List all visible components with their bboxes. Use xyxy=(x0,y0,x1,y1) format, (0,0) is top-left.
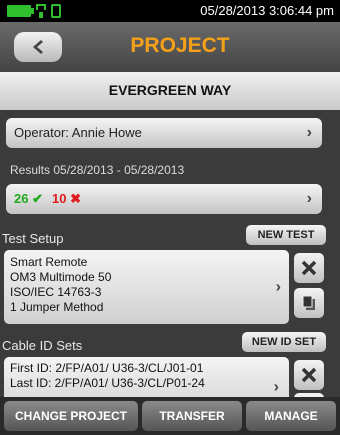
header: PROJECT xyxy=(0,22,340,72)
test-setup-line: 1 Jumper Method xyxy=(10,300,104,314)
storage-icon xyxy=(51,4,61,18)
manage-button[interactable]: MANAGE xyxy=(246,401,336,431)
cable-id-sets-label: Cable ID Sets xyxy=(2,338,83,353)
close-icon xyxy=(301,260,317,276)
chevron-right-icon: › xyxy=(273,378,279,396)
results-button[interactable]: 26 ✔ 10 ✖ › xyxy=(6,184,322,214)
change-project-button[interactable]: CHANGE PROJECT xyxy=(4,401,138,431)
delete-test-setup-button[interactable] xyxy=(294,253,324,283)
status-bar: 05/28/2013 3:06:44 pm xyxy=(0,0,340,22)
results-date-range: Results 05/28/2013 - 05/28/2013 xyxy=(10,163,185,177)
cable-id-set-card[interactable]: First ID: 2/FP/A01/ U36-3/CL/J01-01 Last… xyxy=(4,357,289,397)
ac-power-icon xyxy=(36,4,46,18)
new-id-set-button[interactable]: NEW ID SET xyxy=(242,332,326,352)
project-content[interactable]: Operator: Annie Howe › Results 05/28/201… xyxy=(0,110,340,397)
chevron-right-icon: › xyxy=(306,124,312,141)
copy-test-setup-button[interactable] xyxy=(294,288,324,318)
operator-button[interactable]: Operator: Annie Howe › xyxy=(6,118,322,148)
cable-id-line: First ID: 2/FP/A01/ U36-3/CL/J01-01 xyxy=(10,361,204,375)
test-setup-line: Smart Remote xyxy=(10,255,88,269)
test-setup-card[interactable]: Smart Remote OM3 Multimode 50 ISO/IEC 14… xyxy=(4,250,289,324)
pass-summary: 26 ✔ xyxy=(14,191,43,207)
x-mark-icon: ✖ xyxy=(66,191,81,206)
checkmark-icon: ✔ xyxy=(28,191,43,206)
copy-icon xyxy=(302,295,315,310)
chevron-right-icon: › xyxy=(275,278,281,296)
cable-id-line: Last ID: 2/FP/A01/ U36-3/CL/P01-24 xyxy=(10,376,205,390)
new-test-button[interactable]: NEW TEST xyxy=(246,225,326,245)
pass-count: 26 xyxy=(14,191,29,206)
test-setup-label: Test Setup xyxy=(2,231,64,246)
datetime: 05/28/2013 3:06:44 pm xyxy=(200,3,334,18)
close-icon xyxy=(301,367,317,383)
test-setup-line: OM3 Multimode 50 xyxy=(10,270,112,284)
test-setup-line: ISO/IEC 14763-3 xyxy=(10,285,102,299)
fail-count: 10 xyxy=(52,191,67,206)
project-name-bar: EVERGREEN WAY xyxy=(0,72,340,110)
project-name: EVERGREEN WAY xyxy=(108,82,232,98)
page-title: PROJECT xyxy=(130,34,230,57)
transfer-button[interactable]: TRANSFER xyxy=(142,401,242,431)
operator-label: Operator: Annie Howe xyxy=(14,125,142,140)
battery-icon xyxy=(7,5,34,17)
fail-summary: 10 ✖ xyxy=(52,191,81,207)
bottom-action-bar: CHANGE PROJECT TRANSFER MANAGE xyxy=(0,397,340,435)
delete-id-set-button[interactable] xyxy=(294,360,324,390)
chevron-right-icon: › xyxy=(306,190,312,207)
